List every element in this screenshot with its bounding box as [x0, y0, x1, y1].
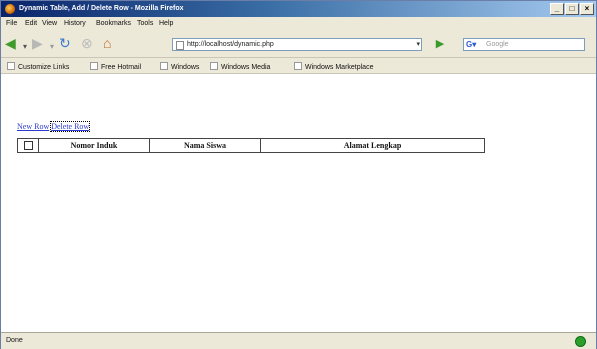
back-icon[interactable]: ◀ [5, 35, 16, 51]
bookmarks-toolbar: Customize Links Free Hotmail Windows Win… [1, 58, 596, 74]
bookmark-icon [210, 62, 218, 70]
status-text: Done [6, 337, 23, 344]
home-icon[interactable]: ⌂ [103, 35, 111, 51]
status-bar: Done [1, 332, 596, 349]
page-content: New Row Delete Row Nomor Induk Nama Sisw… [1, 74, 596, 332]
row-actions: New Row Delete Row [17, 121, 91, 132]
menu-bar: File Edit View History Bookmarks Tools H… [1, 17, 596, 31]
browser-window: Dynamic Table, Add / Delete Row - Mozill… [0, 0, 597, 349]
new-row-link[interactable]: New Row [17, 122, 49, 131]
search-placeholder: Google [486, 41, 509, 48]
menu-view[interactable]: View [42, 20, 57, 27]
reload-icon[interactable]: ↻ [59, 35, 71, 51]
minimize-button[interactable]: _ [550, 3, 564, 15]
bookmark-windows-marketplace[interactable]: Windows Marketplace [294, 62, 373, 71]
stop-icon[interactable]: ⊗ [81, 35, 93, 51]
firefox-icon [5, 4, 15, 14]
menu-file[interactable]: File [6, 20, 17, 27]
search-box[interactable]: G▾ Google [463, 38, 585, 51]
select-all-checkbox[interactable] [23, 141, 33, 151]
delete-row-link[interactable]: Delete Row [50, 121, 91, 132]
forward-icon[interactable]: ▶ [32, 35, 43, 51]
header-nama-siswa: Nama Siswa [149, 138, 261, 153]
menu-help[interactable]: Help [159, 20, 173, 27]
url-bar[interactable]: http://localhost/dynamic.php ▾ [172, 38, 422, 51]
title-bar: Dynamic Table, Add / Delete Row - Mozill… [1, 1, 596, 17]
url-dropdown-icon[interactable]: ▾ [416, 40, 420, 48]
bookmark-icon [7, 62, 15, 70]
header-alamat-lengkap: Alamat Lengkap [260, 138, 485, 153]
menu-bookmarks[interactable]: Bookmarks [96, 20, 131, 27]
search-engine-icon[interactable]: G▾ [466, 40, 476, 49]
select-all-cell [17, 138, 39, 153]
window-title: Dynamic Table, Add / Delete Row - Mozill… [19, 5, 184, 12]
header-nomor-induk: Nomor Induk [38, 138, 150, 153]
table-header-row: Nomor Induk Nama Siswa Alamat Lengkap [17, 138, 485, 153]
navigation-toolbar: ◀ ▾ ▶ ▾ ↻ ⊗ ⌂ http://localhost/dynamic.p… [1, 31, 596, 58]
forward-dropdown-icon[interactable]: ▾ [50, 39, 54, 55]
maximize-button[interactable]: □ [565, 3, 579, 15]
back-dropdown-icon[interactable]: ▾ [23, 39, 27, 55]
bookmark-icon [294, 62, 302, 70]
go-arrow-icon[interactable]: ▶ [433, 37, 447, 51]
close-button[interactable]: × [580, 3, 594, 15]
page-icon [176, 41, 184, 50]
url-text: http://localhost/dynamic.php [187, 41, 274, 48]
bookmark-icon [160, 62, 168, 70]
student-table: Nomor Induk Nama Siswa Alamat Lengkap [17, 138, 485, 153]
bookmark-icon [90, 62, 98, 70]
bookmark-customize-links[interactable]: Customize Links [7, 62, 69, 71]
menu-history[interactable]: History [64, 20, 86, 27]
bookmark-free-hotmail[interactable]: Free Hotmail [90, 62, 141, 71]
bookmark-windows-media[interactable]: Windows Media [210, 62, 270, 71]
connection-status-icon [575, 336, 586, 347]
menu-edit[interactable]: Edit [25, 20, 37, 27]
menu-tools[interactable]: Tools [137, 20, 153, 27]
bookmark-windows[interactable]: Windows [160, 62, 199, 71]
